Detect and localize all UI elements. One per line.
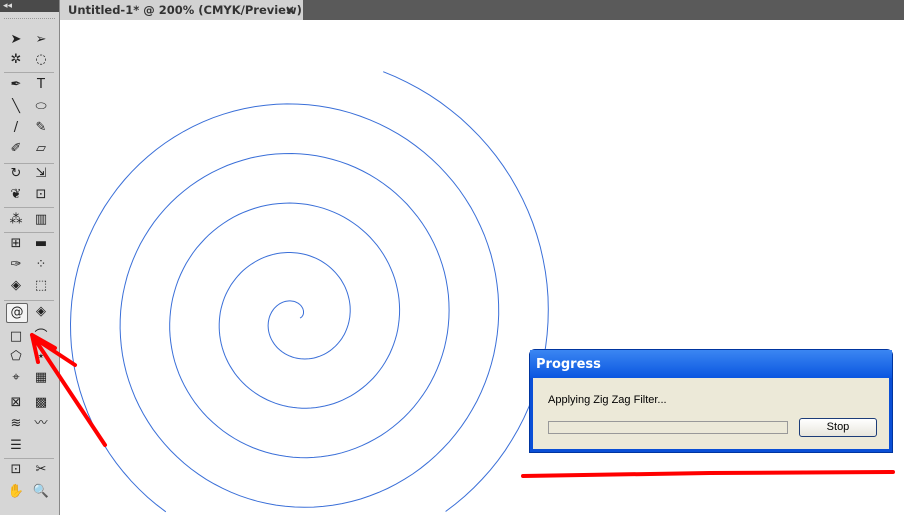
zoom-tool[interactable]: 🔍: [31, 483, 51, 501]
rectangular-grid-tool[interactable]: ▩: [31, 394, 51, 412]
free-transform-tool[interactable]: ⊡: [31, 186, 51, 204]
progress-bar: [548, 421, 788, 434]
document-tab-bar: Untitled-1* @ 200% (CMYK/Preview) ×: [60, 0, 904, 20]
eraser-tool[interactable]: ▱: [31, 140, 51, 158]
tool-separator: [4, 207, 54, 208]
grid-tool[interactable]: ▦: [31, 369, 51, 387]
paintbrush-tool[interactable]: /: [6, 119, 26, 137]
stop-button[interactable]: Stop: [799, 418, 877, 437]
star-tool[interactable]: ⋆: [31, 348, 51, 366]
pencil-tool[interactable]: ✎: [31, 119, 51, 137]
blank-tool[interactable]: [31, 437, 51, 455]
eyedropper-tool[interactable]: ✑: [6, 256, 26, 274]
flare-tool[interactable]: ◈: [31, 303, 51, 321]
close-icon[interactable]: ×: [285, 0, 295, 21]
progress-dialog: Progress Applying Zig Zag Filter... Stop: [529, 349, 893, 453]
collapse-panel-button[interactable]: ◂◂: [0, 0, 59, 12]
lasso-tool[interactable]: ◌: [31, 51, 51, 69]
arc-tool[interactable]: ⌒: [31, 328, 51, 346]
column-graph-tool[interactable]: ▥: [31, 211, 51, 229]
tool-separator: [4, 163, 54, 164]
perspective-tool[interactable]: ⌖: [6, 369, 26, 387]
zigzag-tool[interactable]: 〰: [31, 415, 51, 433]
tool-separator: [4, 300, 54, 301]
dialog-title: Progress: [530, 350, 892, 378]
envelope-tool[interactable]: ⊠: [6, 394, 26, 412]
magic-wand-tool[interactable]: ✲: [6, 51, 26, 69]
rotate-tool[interactable]: ↻: [6, 165, 26, 183]
artboard-tool[interactable]: ⊡: [6, 461, 26, 479]
ellipse-tool[interactable]: ⬭: [31, 98, 51, 116]
direct-selection-tool[interactable]: ➢: [31, 31, 51, 49]
polygon-tool[interactable]: ⬠: [6, 348, 26, 366]
progress-message: Applying Zig Zag Filter...: [548, 394, 667, 406]
warp-tool[interactable]: ❦: [6, 186, 26, 204]
live-paint-bucket-tool[interactable]: ◈: [6, 277, 26, 295]
tool-separator: [4, 72, 54, 73]
type-tool[interactable]: T: [31, 76, 51, 94]
tool-separator: [4, 458, 54, 459]
spiral-path[interactable]: [69, 71, 549, 513]
scale-tool[interactable]: ⇲: [31, 165, 51, 183]
document-tab[interactable]: Untitled-1* @ 200% (CMYK/Preview) ×: [60, 0, 303, 20]
list-tool[interactable]: ☰: [6, 437, 26, 455]
document-tab-title: Untitled-1* @ 200% (CMYK/Preview): [68, 3, 302, 17]
mesh-tool[interactable]: ⊞: [6, 235, 26, 253]
rectangle-tool[interactable]: □: [6, 328, 26, 346]
selection-tool[interactable]: ➤: [6, 31, 26, 49]
pen-tool[interactable]: ✒: [6, 76, 26, 94]
blend-tool[interactable]: ⁘: [31, 256, 51, 274]
tools-panel: ◂◂ ➤ ➢ ✲ ◌ ✒ T ╲ ⬭ / ✎ ✐ ▱ ↻ ⇲ ❦ ⊡ ⁂ ▥ ⊞ ▬ ✑ ⁘ ◈ ⬚ @ ◈ □ ⌒ ⬠ ⋆ ⌖ ▦ ⊠ ▩ ≋ 〰 ☰…: [0, 0, 60, 515]
twirl-tool[interactable]: ≋: [6, 415, 26, 433]
blob-brush-tool[interactable]: ✐: [6, 140, 26, 158]
spiral-tool[interactable]: @: [6, 303, 28, 323]
gradient-tool[interactable]: ▬: [31, 235, 51, 253]
panel-grip[interactable]: [4, 18, 55, 19]
live-paint-selection-tool[interactable]: ⬚: [31, 277, 51, 295]
line-tool[interactable]: ╲: [6, 98, 26, 116]
tool-separator: [4, 232, 54, 233]
symbol-sprayer-tool[interactable]: ⁂: [6, 211, 26, 229]
hand-tool[interactable]: ✋: [6, 483, 26, 501]
slice-tool[interactable]: ✂: [31, 461, 51, 479]
